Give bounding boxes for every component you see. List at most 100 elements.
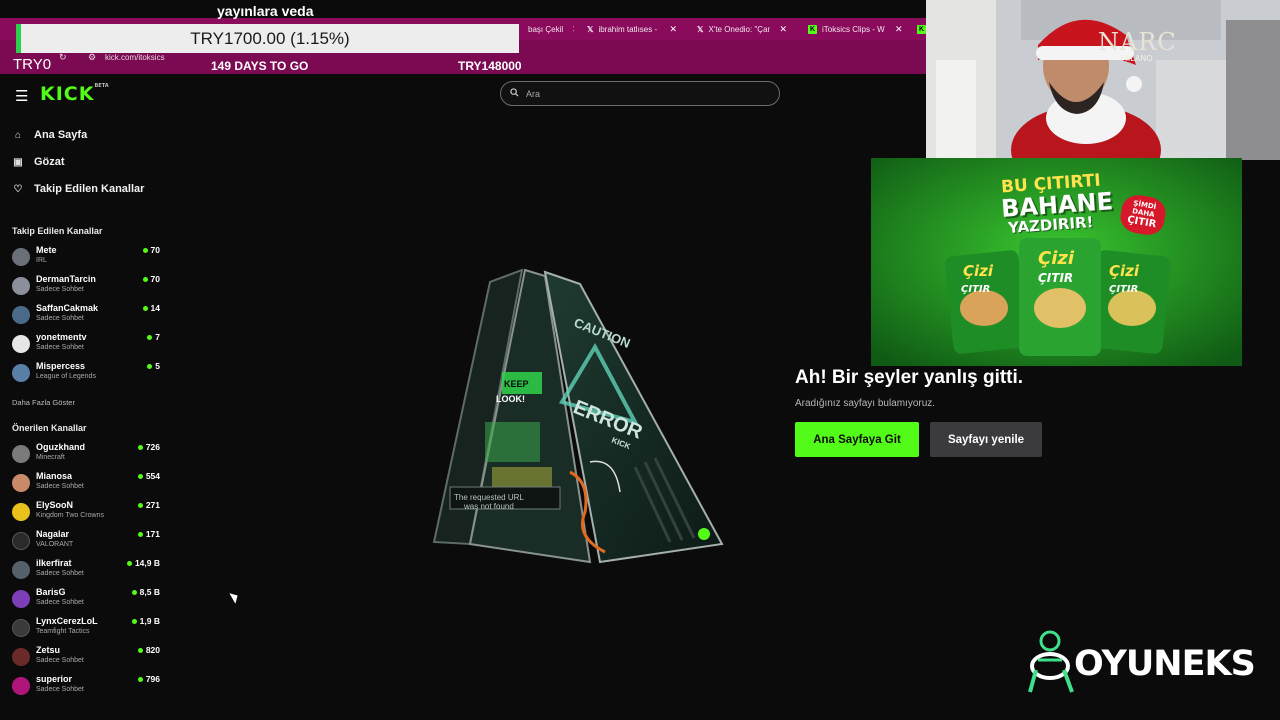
- nav-label: Gözat: [34, 156, 65, 168]
- nav-label: Ana Sayfa: [34, 129, 88, 141]
- live-dot-icon: [142, 305, 148, 311]
- avatar: [12, 503, 30, 521]
- search-input[interactable]: [526, 88, 756, 99]
- viewer-count: 70: [142, 274, 160, 284]
- viewer-count: 7: [147, 332, 160, 342]
- url-text[interactable]: kick.com/itoksics: [105, 53, 165, 62]
- channel-item[interactable]: Mete IRL 70: [12, 245, 160, 271]
- avatar: [12, 532, 30, 550]
- channel-category: Sadece Sohbet: [36, 483, 84, 490]
- channel-item[interactable]: Mispercess League of Legends 5: [12, 361, 160, 387]
- ad-bag-brand: Çizi: [1109, 262, 1140, 280]
- sidebar: ⌂ Ana Sayfa ▣ Gözat ♡ Takip Edilen Kanal…: [0, 116, 170, 720]
- beta-badge: BETA: [94, 83, 109, 89]
- channel-name: Mete: [36, 245, 57, 255]
- home-icon: ⌂: [14, 129, 22, 141]
- channel-category: IRL: [36, 257, 47, 264]
- viewer-count-value: 7: [155, 332, 160, 342]
- live-dot-icon: [137, 531, 143, 537]
- channel-category: Sadece Sohbet: [36, 286, 84, 293]
- goal-current-value: TRY0: [13, 56, 52, 73]
- ad-bag-brand: Çizi: [963, 262, 994, 280]
- channel-item[interactable]: Mianosa Sadece Sohbet 554: [12, 471, 160, 497]
- kick-logo[interactable]: KICKBETA: [40, 83, 109, 105]
- sign-footer-line2: was not found: [463, 502, 514, 511]
- oyuneks-brand-text: OYUNEKS: [1074, 644, 1256, 684]
- sign-look-text: LOOK!: [496, 394, 525, 404]
- x-icon: 𝕏: [587, 25, 594, 34]
- browser-tab-partial[interactable]: K: [917, 21, 926, 38]
- close-tab-icon[interactable]: ✕: [572, 24, 574, 35]
- ad-bag-sub: ÇITIR: [1109, 284, 1138, 295]
- channel-name: Mianosa: [36, 471, 73, 481]
- avatar: [12, 445, 30, 463]
- avatar: [12, 590, 30, 608]
- kick-icon: K: [917, 25, 926, 34]
- channel-item[interactable]: superior Sadece Sohbet 796: [12, 674, 160, 700]
- live-dot-icon: [142, 276, 148, 282]
- viewer-count-value: 796: [145, 674, 160, 684]
- live-dot-icon: [126, 560, 132, 566]
- channel-item[interactable]: Nagalar VALORANT 171: [12, 529, 160, 555]
- channel-name: BarisG: [36, 587, 66, 597]
- nav-browse[interactable]: ▣ Gözat: [12, 156, 65, 168]
- channel-item[interactable]: ElySooN Kingdom Two Crowns 271: [12, 500, 160, 526]
- snack-advertisement: Çizi Çizi Çizi ÇITIR ÇITIR ÇITIR BU ÇITI…: [871, 158, 1242, 366]
- viewer-count: 14,9 B: [126, 558, 160, 568]
- channel-name: yonetmentv: [36, 332, 87, 342]
- reload-icon[interactable]: ↻: [59, 52, 67, 63]
- browser-tab[interactable]: başı Çekil ✕: [528, 21, 574, 38]
- browser-tab[interactable]: 𝕏 X'te Onedio: "Çan ✕: [697, 21, 793, 38]
- site-settings-icon[interactable]: ⚙: [88, 52, 96, 63]
- viewer-count-value: 726: [145, 442, 160, 452]
- nav-following[interactable]: ♡ Takip Edilen Kanallar: [12, 183, 145, 195]
- channel-item[interactable]: yonetmentv Sadece Sohbet 7: [12, 332, 160, 358]
- nav-home[interactable]: ⌂ Ana Sayfa: [12, 129, 87, 141]
- channel-item[interactable]: ilkerfirat Sadece Sohbet 14,9 B: [12, 558, 160, 584]
- close-tab-icon[interactable]: ✕: [779, 24, 787, 35]
- channel-item[interactable]: SaffanCakmak Sadece Sohbet 14: [12, 303, 160, 329]
- live-dot-icon: [137, 647, 143, 653]
- stream-top-caption: yayınlara veda: [217, 3, 314, 19]
- viewer-count-value: 14,9 B: [134, 558, 160, 568]
- viewer-count: 8,5 B: [131, 587, 160, 597]
- channel-name: LynxCerezLoL: [36, 616, 98, 626]
- viewer-count: 70: [142, 245, 160, 255]
- browser-tab-label: iToksics Clips - W: [822, 25, 885, 34]
- live-dot-icon: [137, 502, 143, 508]
- channel-category: Sadece Sohbet: [36, 686, 84, 693]
- live-dot-icon: [131, 618, 137, 624]
- viewer-count-value: 171: [145, 529, 160, 539]
- browser-tab[interactable]: 𝕏 ibrahim tatlıses - ✕: [587, 21, 683, 38]
- webcam-brand-subtag: MILANO: [1121, 54, 1153, 63]
- live-dot-icon: [147, 363, 153, 369]
- viewer-count: 726: [137, 442, 160, 452]
- channel-item[interactable]: BarisG Sadece Sohbet 8,5 B: [12, 587, 160, 613]
- channel-item[interactable]: Zetsu Sadece Sohbet 820: [12, 645, 160, 671]
- reload-page-button[interactable]: Sayfayı yenile: [930, 422, 1042, 457]
- viewer-count-value: 820: [145, 645, 160, 655]
- go-home-button[interactable]: Ana Sayfaya Git: [795, 422, 919, 457]
- x-icon: 𝕏: [697, 25, 704, 34]
- viewer-count: 5: [147, 361, 160, 371]
- viewer-count: 14: [142, 303, 160, 313]
- oyuneks-logo-icon: [1028, 630, 1074, 693]
- live-dot-icon: [131, 589, 137, 595]
- kick-header: ☰ KICKBETA: [0, 74, 926, 116]
- browser-tab-active[interactable]: K iToksics Clips - W ✕: [808, 21, 904, 38]
- channel-item[interactable]: DermanTarcin Sadece Sohbet 70: [12, 274, 160, 300]
- avatar: [12, 364, 30, 382]
- viewer-count-value: 5: [155, 361, 160, 371]
- close-tab-icon[interactable]: ✕: [895, 24, 903, 35]
- viewer-count-value: 1,9 B: [139, 616, 160, 626]
- viewer-count: 796: [137, 674, 160, 684]
- search-box[interactable]: [500, 81, 780, 106]
- viewer-count-value: 70: [150, 245, 160, 255]
- channel-item[interactable]: LynxCerezLoL Teamfight Tactics 1,9 B: [12, 616, 160, 642]
- close-tab-icon[interactable]: ✕: [669, 24, 677, 35]
- show-more-link[interactable]: Daha Fazla Göster: [12, 398, 75, 407]
- channel-item[interactable]: Oguzkhand Minecraft 726: [12, 442, 160, 468]
- oyuneks-brand: OYUNEKS: [1028, 630, 1256, 694]
- viewer-count-value: 554: [145, 471, 160, 481]
- menu-icon[interactable]: ☰: [15, 87, 28, 105]
